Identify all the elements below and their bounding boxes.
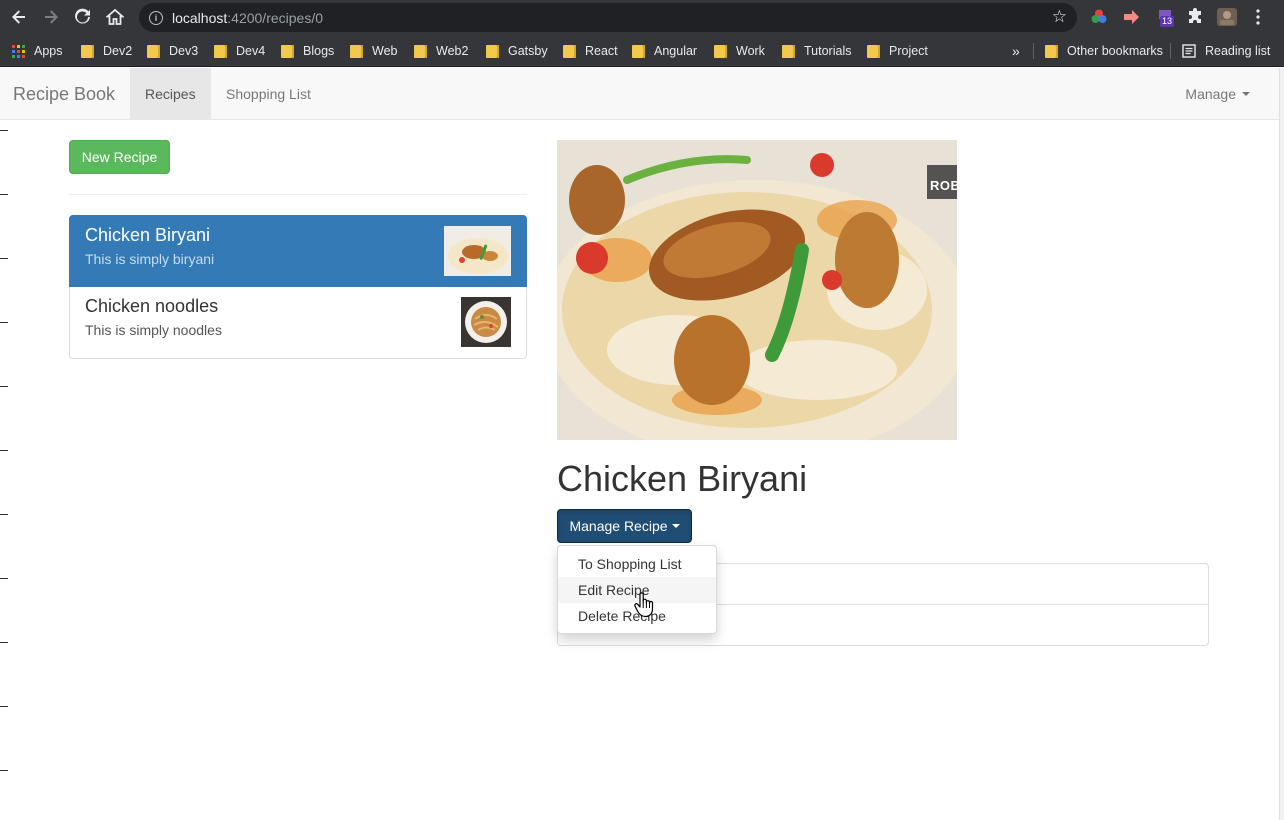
bookmark-folder[interactable]: Gatsby <box>486 42 548 60</box>
folder-icon <box>414 44 427 58</box>
folder-icon <box>486 44 499 58</box>
bookmark-folder[interactable]: Angular <box>632 42 697 60</box>
bookmarks-bar: Apps Dev2 Dev3 Dev4 Blogs Web Web2 Gatsb… <box>0 35 1284 67</box>
bookmarks-separator <box>1033 43 1034 59</box>
bookmark-folder[interactable]: Blogs <box>281 42 334 60</box>
reload-icon[interactable] <box>71 5 95 29</box>
bookmark-star-icon[interactable]: ☆ <box>1052 7 1067 27</box>
bookmark-folder[interactable]: Web <box>350 42 397 60</box>
app-navbar: Recipe Book Recipes Shopping List Manage <box>0 68 1279 120</box>
home-icon[interactable] <box>103 5 127 29</box>
recipe-thumbnail <box>444 226 511 276</box>
folder-icon <box>350 44 363 58</box>
bookmark-folder[interactable]: Dev3 <box>147 42 198 60</box>
recipe-description: This is simply noodles <box>85 322 222 338</box>
folder-icon <box>81 44 94 58</box>
bookmark-folder[interactable]: Tutorials <box>782 42 851 60</box>
site-info-icon[interactable]: i <box>149 10 163 25</box>
recipe-name: Chicken noodles <box>85 296 219 316</box>
recipe-detail-title: Chicken Biryani <box>557 458 808 499</box>
forward-arrow-icon[interactable] <box>39 5 63 29</box>
bookmarks-separator <box>1170 43 1171 59</box>
recipe-list-item[interactable]: Chicken Biryani This is simply biryani <box>69 215 527 287</box>
apps-grid-icon <box>12 44 25 58</box>
bookmarks-overflow-button[interactable]: » <box>1012 42 1020 60</box>
app-page: Recipe Book Recipes Shopping List Manage… <box>0 68 1279 820</box>
folder-icon <box>1045 44 1058 58</box>
menu-dots-icon[interactable] <box>1252 8 1264 26</box>
folder-icon <box>632 44 645 58</box>
folder-icon <box>281 44 294 58</box>
recipe-description: This is simply biryani <box>85 251 215 267</box>
recipe-name: Chicken Biryani <box>85 225 211 245</box>
folder-icon <box>147 44 160 58</box>
other-bookmarks[interactable]: Other bookmarks <box>1045 42 1163 60</box>
folder-icon <box>214 44 227 58</box>
left-margin-ticks <box>0 68 8 820</box>
manage-recipe-dropdown: To Shopping List Edit Recipe Delete Reci… <box>557 545 717 634</box>
to-shopping-list-item[interactable]: To Shopping List <box>558 551 716 577</box>
image-watermark: ROB <box>930 178 957 193</box>
browser-toolbar: i localhost:4200/recipes/0 ☆ 13 <box>0 0 1284 35</box>
manage-recipe-button[interactable]: Manage Recipe <box>557 509 692 543</box>
bookmark-folder[interactable]: Work <box>714 42 765 60</box>
reading-list[interactable]: Reading list <box>1182 42 1270 60</box>
tab-recipes[interactable]: Recipes <box>130 68 211 119</box>
puzzle-extensions-icon[interactable] <box>1186 8 1204 26</box>
extension-badge: 13 <box>1160 16 1175 27</box>
folder-icon <box>563 44 576 58</box>
url-text: localhost:4200/recipes/0 <box>172 9 323 26</box>
recipe-image: ROB <box>557 140 957 440</box>
hand-pointer-cursor-icon <box>634 592 654 618</box>
arrow-extension-icon[interactable] <box>1122 8 1140 26</box>
badge-extension-icon[interactable]: 13 <box>1156 8 1178 27</box>
reading-list-icon <box>1182 44 1196 58</box>
bookmark-folder[interactable]: Dev2 <box>81 42 132 60</box>
folder-icon <box>714 44 727 58</box>
page-scrollbar[interactable] <box>1279 68 1284 820</box>
bookmark-folder[interactable]: Project <box>867 42 928 60</box>
brand-link[interactable]: Recipe Book <box>13 84 115 105</box>
address-bar[interactable]: i localhost:4200/recipes/0 ☆ <box>139 3 1077 32</box>
back-arrow-icon[interactable] <box>7 5 31 29</box>
profile-avatar-icon[interactable] <box>1216 7 1238 27</box>
manage-dropdown-toggle[interactable]: Manage <box>1185 68 1250 119</box>
tab-shopping-list[interactable]: Shopping List <box>211 68 326 119</box>
bookmark-apps[interactable]: Apps <box>12 42 63 60</box>
new-recipe-button[interactable]: New Recipe <box>69 140 170 174</box>
caret-down-icon <box>1242 91 1250 96</box>
bookmark-folder[interactable]: React <box>563 42 618 60</box>
bookmark-folder[interactable]: Dev4 <box>214 42 265 60</box>
folder-icon <box>867 44 880 58</box>
caret-down-icon <box>671 524 680 528</box>
folder-icon <box>782 44 795 58</box>
recipe-thumbnail <box>461 297 511 347</box>
recipe-list-item[interactable]: Chicken noodles This is simply noodles <box>69 287 527 359</box>
color-picker-extension-icon[interactable] <box>1090 8 1108 26</box>
bookmark-folder[interactable]: Web2 <box>414 42 468 60</box>
divider <box>69 194 527 195</box>
